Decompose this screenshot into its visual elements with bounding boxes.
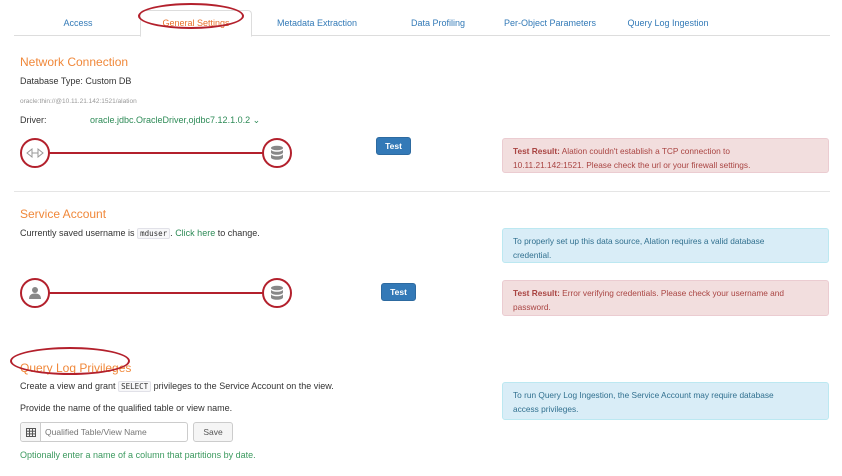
change-username-link[interactable]: Click here (175, 228, 215, 238)
network-plug-icon (20, 138, 50, 168)
tab-data-profiling[interactable]: Data Profiling (392, 14, 484, 36)
network-result-line2: 10.11.21.142:1521. Please check the url … (513, 160, 751, 170)
query-log-privileges-title: Query Log Privileges (20, 361, 132, 375)
saved-username-text: Currently saved username is mduser. Clic… (20, 228, 260, 239)
tab-per-object-parameters[interactable]: Per-Object Parameters (494, 14, 606, 36)
qlp-info-line1: To run Query Log Ingestion, the Service … (513, 390, 774, 400)
driver-select[interactable]: oracle.jdbc.OracleDriver,ojdbc7.12.1.0.2… (90, 115, 260, 126)
tab-access[interactable]: Access (48, 14, 108, 36)
service-info-line2: credential. (513, 250, 552, 260)
connection-uri: oracle:thin://@10.11.21.142:1521/alation (20, 98, 137, 105)
change-suffix: to change. (215, 228, 260, 238)
grant-prefix: Create a view and grant (20, 381, 119, 391)
select-code: SELECT (118, 381, 152, 392)
service-result-line1: Error verifying credentials. Please chec… (559, 288, 784, 298)
user-icon (20, 278, 50, 308)
qualified-table-input[interactable] (43, 423, 187, 441)
grant-text: Create a view and grant SELECT privilege… (20, 381, 334, 392)
qualified-table-input-group (20, 422, 188, 442)
save-button[interactable]: Save (193, 422, 233, 442)
network-result-line1: Alation couldn't establish a TCP connect… (559, 146, 730, 156)
service-account-title: Service Account (20, 207, 107, 221)
service-info-alert: To properly set up this data source, Ala… (502, 228, 829, 263)
service-info-line1: To properly set up this data source, Ala… (513, 236, 765, 246)
service-result-line2: password. (513, 302, 551, 312)
optional-partition-text: Optionally enter a name of a column that… (20, 450, 256, 460)
provide-name-text: Provide the name of the qualified table … (20, 403, 233, 413)
tab-general-settings[interactable]: General Settings (140, 10, 252, 37)
service-test-result-alert: Test Result: Error verifying credentials… (502, 280, 829, 316)
service-account-diagram (20, 278, 292, 308)
qlp-info-line2: access privileges. (513, 404, 579, 414)
tab-query-log-ingestion[interactable]: Query Log Ingestion (614, 14, 722, 36)
network-test-button[interactable]: Test (376, 137, 411, 155)
connection-line (48, 152, 264, 154)
service-result-strong: Test Result: (513, 288, 560, 298)
network-connection-diagram (20, 138, 292, 168)
tab-metadata-extraction[interactable]: Metadata Extraction (264, 14, 370, 36)
service-test-button[interactable]: Test (381, 283, 416, 301)
driver-label: Driver: (20, 115, 47, 125)
database-type: Database Type: Custom DB (20, 76, 132, 86)
credential-line (48, 292, 264, 294)
settings-tabs: Access General Settings Metadata Extract… (14, 8, 830, 37)
qlp-info-alert: To run Query Log Ingestion, the Service … (502, 382, 829, 420)
saved-username-suffix: . (170, 228, 173, 238)
network-result-strong: Test Result: (513, 146, 560, 156)
network-connection-title: Network Connection (20, 55, 129, 69)
grant-suffix: privileges to the Service Account on the… (151, 381, 334, 391)
username-code: mduser (137, 228, 171, 239)
network-test-result-alert: Test Result: Alation couldn't establish … (502, 138, 829, 173)
database-icon (262, 278, 292, 308)
section-divider (14, 191, 830, 192)
database-icon (262, 138, 292, 168)
table-icon (21, 423, 41, 441)
saved-username-prefix: Currently saved username is (20, 228, 138, 238)
